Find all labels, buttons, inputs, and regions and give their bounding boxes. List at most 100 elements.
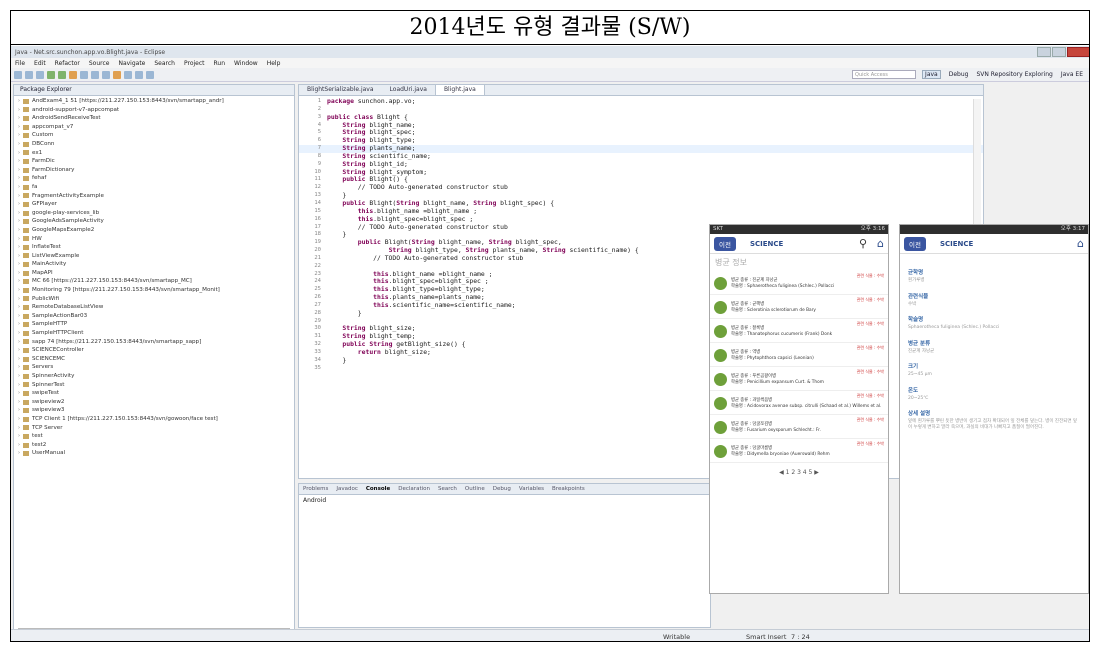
- minimize-button[interactable]: [1037, 47, 1051, 57]
- back-button[interactable]: 이전: [714, 236, 736, 251]
- tree-item[interactable]: › Monitoring 79 [https://211.227.150.153:…: [18, 286, 294, 295]
- console-tab-console[interactable]: Console: [366, 486, 390, 492]
- tree-item[interactable]: › swipeview2: [18, 398, 294, 407]
- console-tab-search[interactable]: Search: [438, 486, 457, 492]
- tree-item[interactable]: › MapAPI: [18, 269, 294, 278]
- tree-item[interactable]: › google-play-services_lib: [18, 209, 294, 218]
- tree-item[interactable]: › AndExam4_1 51 [https://211.227.150.153:…: [18, 97, 294, 106]
- tree-item[interactable]: › SpinnerActivity: [18, 372, 294, 381]
- list-item[interactable]: 관련 식물 : 수박 병균 종류 : 푸른곰팡이병 학술명 : Penicilliu…: [710, 367, 888, 391]
- tree-item[interactable]: › swipeview3: [18, 406, 294, 415]
- tree-item[interactable]: › SampleActionBar03: [18, 312, 294, 321]
- console-tab-breakpoints[interactable]: Breakpoints: [552, 486, 585, 492]
- console-tab-debug[interactable]: Debug: [493, 486, 511, 492]
- menu-file[interactable]: File: [15, 60, 25, 67]
- save-icon[interactable]: [25, 70, 33, 79]
- run-icon[interactable]: [58, 70, 66, 79]
- tree-item[interactable]: › SCIENCEController: [18, 346, 294, 355]
- list-item[interactable]: 관련 식물 : 수박 병균 종류 : 잘록병 학술명 : Thanatephorus…: [710, 319, 888, 343]
- close-button[interactable]: [1067, 47, 1089, 57]
- tree-item[interactable]: › GoogleAdsSampleActivity: [18, 217, 294, 226]
- tree-item[interactable]: › SpinnerTest: [18, 381, 294, 390]
- tab-blight[interactable]: Blight.java: [434, 85, 485, 95]
- perspective-debug[interactable]: Debug: [949, 71, 969, 78]
- console-tab-outline[interactable]: Outline: [465, 486, 485, 492]
- tree-item[interactable]: › AndroidSendReceiveTest: [18, 114, 294, 123]
- tree-item[interactable]: › FragmentActivityExample: [18, 192, 294, 201]
- console-tab-variables[interactable]: Variables: [519, 486, 544, 492]
- perspective-svn[interactable]: SVN Repository Exploring: [976, 71, 1052, 78]
- console-tab-problems[interactable]: Problems: [303, 486, 328, 492]
- list-item[interactable]: 관련 식물 : 수박 병균 종류 : 진균계 자낭균 학술명 : Sphaeroth…: [710, 271, 888, 295]
- tree-item[interactable]: › MC 66 [https://211.227.150.153:8443/svn…: [18, 277, 294, 286]
- tree-item[interactable]: › ListViewExample: [18, 252, 294, 261]
- back-icon[interactable]: [135, 70, 143, 79]
- console-tab-javadoc[interactable]: Javadoc: [336, 486, 358, 492]
- tree-item[interactable]: › TCP Server: [18, 424, 294, 433]
- tree-item[interactable]: › Servers: [18, 363, 294, 372]
- tree-item[interactable]: › fa: [18, 183, 294, 192]
- tree-item[interactable]: › InflateTest: [18, 243, 294, 252]
- search-icon[interactable]: ⚲: [859, 237, 867, 250]
- home-icon[interactable]: ⌂: [1077, 237, 1084, 250]
- open-type-icon[interactable]: [113, 70, 121, 79]
- tree-item[interactable]: › FarmDictionary: [18, 166, 294, 175]
- tree-item[interactable]: › SampleHTTP: [18, 320, 294, 329]
- tree-item[interactable]: › FarmDic: [18, 157, 294, 166]
- menu-project[interactable]: Project: [184, 60, 205, 67]
- menu-navigate[interactable]: Navigate: [118, 60, 145, 67]
- debug-icon[interactable]: [47, 70, 55, 79]
- external-tools-icon[interactable]: [69, 70, 77, 79]
- tree-item[interactable]: › GoogleMapsExample2: [18, 226, 294, 235]
- list-item[interactable]: 관련 식물 : 수박 병균 종류 : 역병 학술명 : Phytophthora c…: [710, 343, 888, 367]
- tree-item[interactable]: › test: [18, 432, 294, 441]
- tree-item[interactable]: › swipeTest: [18, 389, 294, 398]
- new-java-project-icon[interactable]: [80, 70, 88, 79]
- menu-search[interactable]: Search: [154, 60, 175, 67]
- tree-item[interactable]: › TCP Client 1 [https://211.227.150.153:8…: [18, 415, 294, 424]
- tree-item[interactable]: › sapp 74 [https://211.227.150.153:8443/s…: [18, 338, 294, 347]
- pagination[interactable]: ◀ 1 2 3 4 5 ▶: [710, 469, 888, 476]
- tree-item[interactable]: › SampleHTTPClient: [18, 329, 294, 338]
- tree-item[interactable]: › GFPlayer: [18, 200, 294, 209]
- tree-item[interactable]: › PublicWifi: [18, 295, 294, 304]
- tree-item[interactable]: › UserManual: [18, 449, 294, 458]
- tab-loaduri[interactable]: LoadUri.java: [382, 85, 435, 95]
- list-item[interactable]: 관련 식물 : 수박 병균 종류 : 균핵병 학술명 : Sclerotinia s…: [710, 295, 888, 319]
- list-item[interactable]: 관련 식물 : 수박 병균 종류 : 덩굴마름병 학술명 : Didymella b…: [710, 439, 888, 463]
- tree-item[interactable]: › MainActivity: [18, 260, 294, 269]
- new-icon[interactable]: [14, 70, 22, 79]
- tree-item[interactable]: › DBConn: [18, 140, 294, 149]
- tree-item[interactable]: › HW: [18, 235, 294, 244]
- menu-run[interactable]: Run: [214, 60, 226, 67]
- tree-item[interactable]: › ex1: [18, 149, 294, 158]
- list-item[interactable]: 관련 식물 : 수박 병균 종류 : 덩굴쪼김병 학술명 : Fusarium ox…: [710, 415, 888, 439]
- perspective-java[interactable]: Java: [922, 70, 941, 79]
- search-icon[interactable]: [124, 70, 132, 79]
- list-item[interactable]: 관련 식물 : 수박 병균 종류 : 과일썩음병 학술명 : Acidovorax …: [710, 391, 888, 415]
- menu-help[interactable]: Help: [267, 60, 281, 67]
- console-tab-declaration[interactable]: Declaration: [398, 486, 430, 492]
- tree-item[interactable]: › android-support-v7-appcompat: [18, 106, 294, 115]
- tree-item[interactable]: › SCIENCEMC: [18, 355, 294, 364]
- menu-window[interactable]: Window: [234, 60, 258, 67]
- forward-icon[interactable]: [146, 70, 154, 79]
- menu-source[interactable]: Source: [89, 60, 110, 67]
- tree-item[interactable]: › Custom: [18, 131, 294, 140]
- new-package-icon[interactable]: [91, 70, 99, 79]
- tab-blightserializable[interactable]: BlightSerializable.java: [299, 85, 382, 95]
- perspective-java-ee[interactable]: Java EE: [1061, 71, 1083, 78]
- print-icon[interactable]: [36, 70, 44, 79]
- tree-item[interactable]: › test2: [18, 441, 294, 450]
- package-explorer-tab[interactable]: Package Explorer: [14, 85, 294, 96]
- menu-edit[interactable]: Edit: [34, 60, 46, 67]
- quick-access-input[interactable]: Quick Access: [852, 70, 917, 79]
- tree-item[interactable]: › fehaf: [18, 174, 294, 183]
- home-icon[interactable]: ⌂: [877, 237, 884, 250]
- maximize-button[interactable]: [1052, 47, 1066, 57]
- tree-item[interactable]: › appcompat_v7: [18, 123, 294, 132]
- new-class-icon[interactable]: [102, 70, 110, 79]
- back-button[interactable]: 이전: [904, 236, 926, 251]
- menu-refactor[interactable]: Refactor: [55, 60, 80, 67]
- tree-item[interactable]: › RemoteDatabaseListView: [18, 303, 294, 312]
